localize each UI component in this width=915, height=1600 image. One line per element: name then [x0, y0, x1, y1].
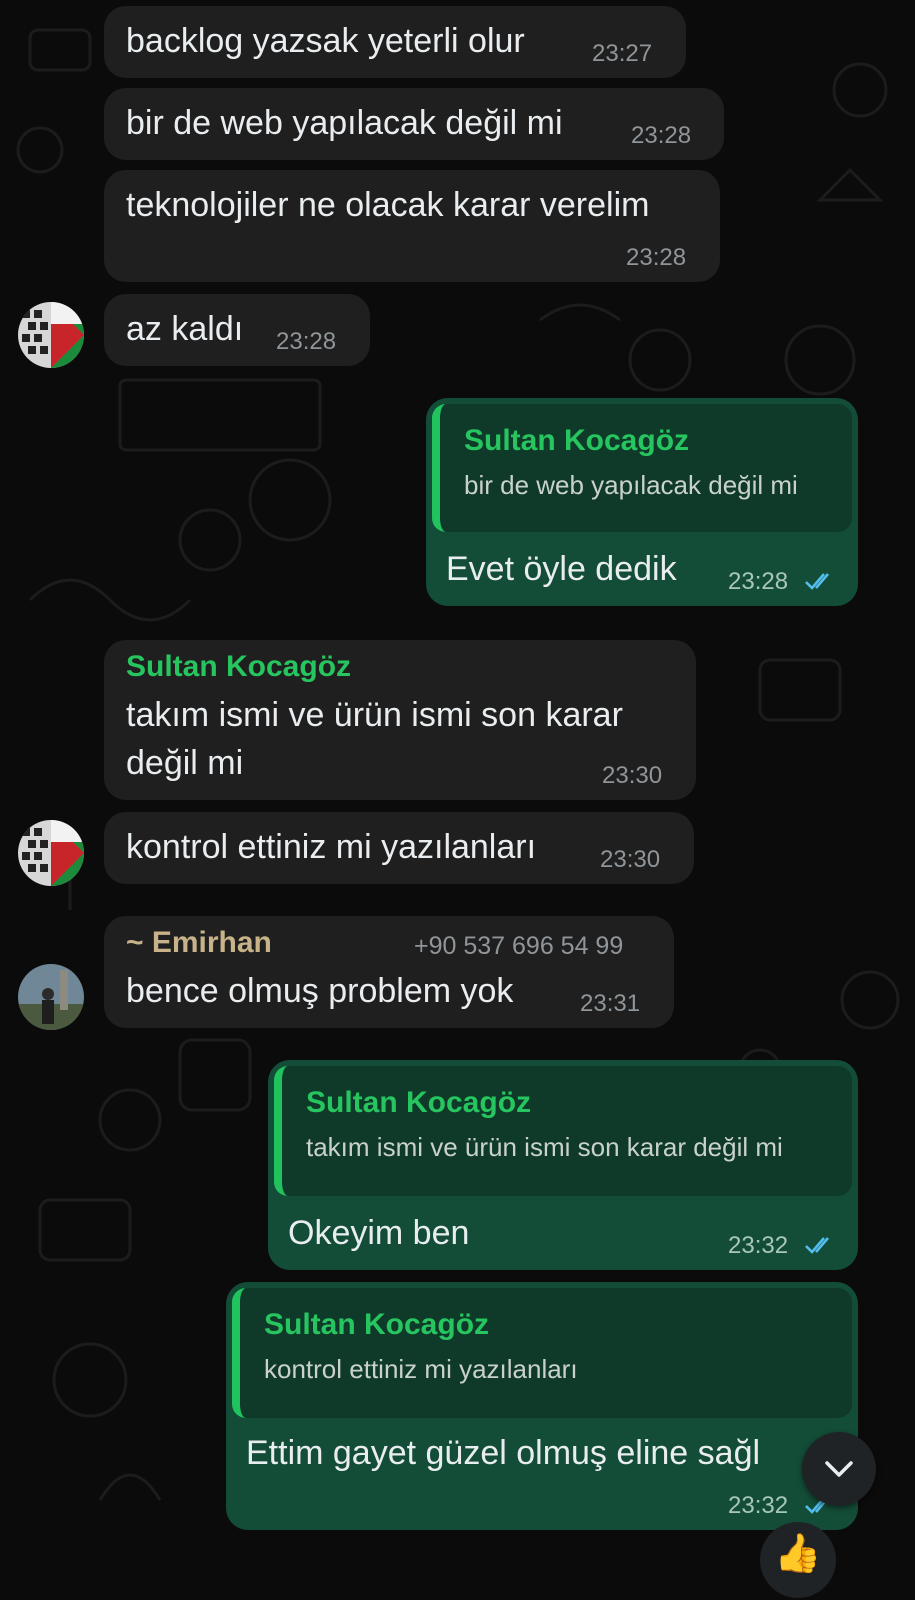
message-text: az kaldı — [126, 310, 244, 348]
quote-author: Sultan Kocagöz — [464, 424, 690, 457]
quote-author: Sultan Kocagöz — [306, 1086, 532, 1119]
thumbs-up-icon: 👍 — [774, 1533, 822, 1575]
message-text: teknolojiler ne olacak karar verelim — [126, 186, 650, 224]
avatar[interactable] — [18, 964, 84, 1030]
reaction-badge[interactable]: 👍 — [760, 1522, 836, 1598]
avatar[interactable] — [18, 820, 84, 886]
message-bubble[interactable]: backlog yazsak yeterli olur 23:27 — [104, 6, 686, 78]
message-bubble[interactable]: kontrol ettiniz mi yazılanları 23:30 — [104, 812, 694, 884]
message-time: 23:28 — [626, 244, 687, 271]
message-text: Evet öyle dedik — [446, 550, 677, 588]
avatar-image — [18, 302, 84, 368]
reply-quote[interactable]: Sultan Kocagöz takım ismi ve ürün ismi s… — [274, 1066, 852, 1196]
message-time: 23:32 — [728, 1232, 789, 1259]
message-text: bir de web yapılacak değil mi — [126, 104, 563, 142]
chevron-down-icon — [825, 1461, 853, 1477]
sender-name[interactable]: ~ Emirhan — [126, 926, 272, 960]
message-text: Okeyim ben — [288, 1214, 470, 1252]
quote-text: bir de web yapılacak değil mi — [464, 470, 798, 500]
message-time: 23:32 — [728, 1492, 789, 1519]
message-time: 23:31 — [580, 990, 641, 1017]
message-bubble[interactable]: Sultan Kocagöz kontrol ettiniz mi yazıla… — [226, 1282, 858, 1530]
message-time: 23:30 — [602, 762, 663, 789]
reply-quote[interactable]: Sultan Kocagöz bir de web yapılacak deği… — [432, 404, 852, 532]
message-time: 23:28 — [276, 328, 337, 355]
message-bubble[interactable]: teknolojiler ne olacak karar verelim 23:… — [104, 170, 720, 282]
message-time: 23:27 — [592, 40, 653, 67]
avatar-image — [18, 964, 84, 1030]
scroll-to-bottom-button[interactable] — [802, 1432, 876, 1506]
message-bubble[interactable]: ~ Emirhan +90 537 696 54 99 bence olmuş … — [104, 916, 674, 1028]
message-time: 23:28 — [728, 568, 789, 595]
avatar[interactable] — [18, 302, 84, 368]
avatar-image — [18, 820, 84, 886]
message-text: Ettim gayet güzel olmuş eline sağl — [246, 1434, 761, 1472]
message-bubble[interactable]: Sultan Kocagöz takım ismi ve ürün ismi s… — [104, 640, 696, 800]
message-text: takım ismi ve ürün ismi son karar — [126, 696, 623, 734]
double-check-icon — [805, 1237, 829, 1254]
message-bubble[interactable]: Sultan Kocagöz bir de web yapılacak deği… — [426, 398, 858, 606]
message-text: bence olmuş problem yok — [126, 972, 514, 1010]
quote-author: Sultan Kocagöz — [264, 1308, 490, 1341]
sender-name[interactable]: Sultan Kocagöz — [126, 650, 351, 684]
double-check-icon — [805, 573, 829, 590]
reply-quote[interactable]: Sultan Kocagöz kontrol ettiniz mi yazıla… — [232, 1288, 852, 1418]
quote-text: kontrol ettiniz mi yazılanları — [264, 1354, 578, 1384]
sender-phone: +90 537 696 54 99 — [414, 932, 624, 960]
message-time: 23:30 — [600, 846, 661, 873]
message-bubble[interactable]: Sultan Kocagöz takım ismi ve ürün ismi s… — [268, 1060, 858, 1270]
message-time: 23:28 — [631, 122, 692, 149]
message-text: değil mi — [126, 744, 244, 782]
message-text: kontrol ettiniz mi yazılanları — [126, 828, 537, 866]
quote-text: takım ismi ve ürün ismi son karar değil … — [306, 1132, 783, 1162]
message-bubble[interactable]: bir de web yapılacak değil mi 23:28 — [104, 88, 724, 160]
message-text: backlog yazsak yeterli olur — [126, 22, 525, 60]
message-bubble[interactable]: az kaldı 23:28 — [104, 294, 370, 366]
